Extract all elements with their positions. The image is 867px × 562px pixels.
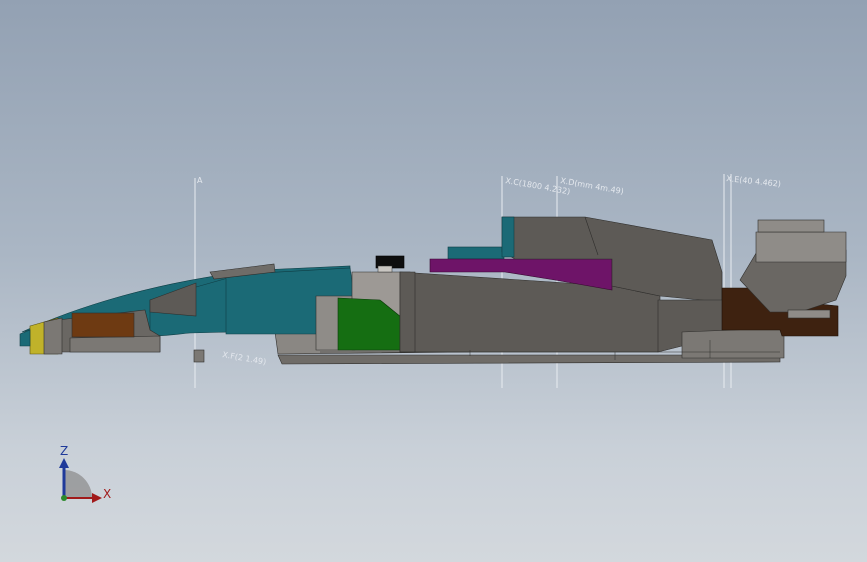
- airbox-base[interactable]: [377, 265, 393, 273]
- triad-z-arrow: [59, 458, 69, 468]
- nose-box-brown[interactable]: [71, 312, 135, 338]
- diffuser[interactable]: [681, 327, 785, 359]
- roll-hoop-teal[interactable]: [447, 246, 505, 260]
- triad-z-label: Z: [60, 444, 68, 458]
- plane-label-e: X.F(2 1.49): [222, 350, 267, 367]
- front-wing-lower[interactable]: [69, 335, 161, 353]
- plane-label-a: A: [197, 176, 203, 185]
- triad-origin: [61, 495, 67, 501]
- roll-hoop-teal-side[interactable]: [501, 216, 515, 258]
- nose-tip-gray[interactable]: [43, 317, 63, 355]
- triad-x-arrow: [92, 493, 102, 503]
- plane-label-d: X.E(40 4.462): [726, 174, 782, 189]
- triad-view-sector: [64, 470, 92, 498]
- chassis-bracket[interactable]: [193, 349, 205, 363]
- rear-wing-upper-flap[interactable]: [757, 219, 825, 233]
- triad-x-label: X: [103, 487, 111, 501]
- rear-wing-lower-element[interactable]: [787, 309, 831, 319]
- rear-wing-endplate[interactable]: [755, 231, 847, 263]
- car-model[interactable]: [19, 216, 847, 365]
- orientation-triad[interactable]: Z X: [59, 444, 111, 503]
- engine-cover-lower[interactable]: [399, 271, 416, 353]
- cad-viewport[interactable]: A X.C(1800 4.232) X.D(mm 4m.49) X.E(40 4…: [0, 0, 867, 562]
- nose-tip-teal[interactable]: [19, 329, 31, 347]
